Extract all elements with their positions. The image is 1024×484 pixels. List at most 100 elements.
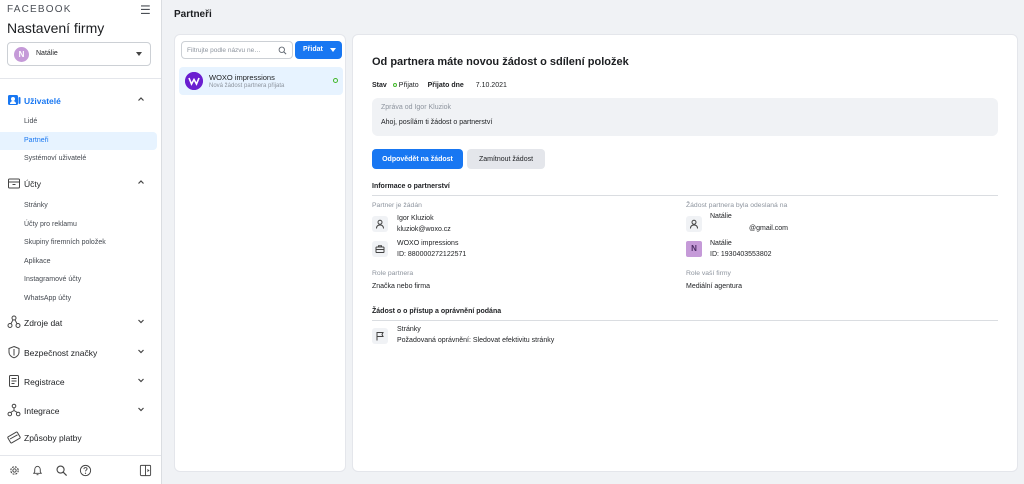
sidebar-item-label: Účty pro reklamu bbox=[24, 221, 77, 228]
asset-permission: Požadovaná oprávnění: Sledovat efektivit… bbox=[397, 337, 555, 344]
partner-role-value: Značka nebo firma bbox=[372, 283, 430, 290]
asset-type: Stránky bbox=[397, 326, 421, 333]
partner-role-label: Role partnera bbox=[372, 270, 414, 277]
help-icon[interactable] bbox=[79, 464, 92, 477]
sidebar-section-payment-methods[interactable]: Způsoby platby bbox=[0, 428, 161, 448]
sidebar-item-label: Skupiny firemních položek bbox=[24, 239, 106, 246]
sidebar-section-registration[interactable]: Registrace bbox=[0, 372, 161, 392]
search-icon bbox=[278, 46, 287, 55]
sidebar-item-pages[interactable]: Stránky bbox=[0, 197, 157, 215]
data-sources-icon bbox=[7, 315, 21, 328]
respond-button[interactable]: Odpovědět na žádost bbox=[372, 149, 463, 169]
message-label: Zpráva od Igor Kluziok bbox=[381, 104, 452, 111]
avatar: N bbox=[14, 47, 29, 62]
sidebar-section-data-sources[interactable]: Zdroje dat bbox=[0, 313, 161, 333]
sidebar-item-label: Stránky bbox=[24, 202, 48, 209]
sent-to-business-id: ID: 1930403553802 bbox=[710, 251, 772, 258]
person-icon bbox=[376, 219, 384, 229]
sidebar-section-brand-safety[interactable]: Bezpečnost značky bbox=[0, 343, 161, 363]
sidebar-footer bbox=[0, 455, 161, 484]
partner-person-name: Igor Kluziok bbox=[397, 215, 434, 222]
registration-icon bbox=[9, 375, 19, 387]
chevron-down-icon bbox=[330, 48, 336, 52]
sidebar-item-apps[interactable]: Aplikace bbox=[0, 253, 157, 271]
chevron-down-icon bbox=[138, 319, 144, 324]
sidebar-item-label: Instagramové účty bbox=[24, 276, 82, 283]
sidebar-item-system-users[interactable]: Systémoví uživatelé bbox=[0, 150, 157, 168]
divider bbox=[372, 195, 998, 196]
filter-field[interactable] bbox=[181, 41, 293, 59]
partners-list-panel: Přidat WOXO impressions Nová žádost part… bbox=[174, 34, 346, 472]
search-icon[interactable] bbox=[55, 464, 68, 477]
sent-to-business-name: Natálie bbox=[710, 240, 732, 247]
menu-icon[interactable]: ☰ bbox=[140, 3, 151, 17]
sidebar-section-label: Integrace bbox=[24, 406, 60, 416]
partnership-info-heading: Informace o partnerství bbox=[372, 183, 450, 190]
chevron-up-icon bbox=[138, 180, 144, 184]
request-title: Od partnera máte novou žádost o sdílení … bbox=[372, 56, 629, 68]
filter-input[interactable] bbox=[187, 44, 275, 57]
sidebar-section-label: Způsoby platby bbox=[24, 433, 82, 443]
woxo-logo-icon bbox=[185, 72, 203, 90]
gear-icon[interactable] bbox=[8, 464, 21, 477]
page-icon-box bbox=[372, 328, 388, 344]
chevron-down-icon bbox=[138, 407, 144, 412]
status-dot-icon bbox=[333, 78, 338, 83]
sidebar-item-business-asset-groups[interactable]: Skupiny firemních položek bbox=[0, 234, 157, 252]
decline-button[interactable]: Zamítnout žádost bbox=[467, 149, 545, 169]
partner-company-name: WOXO impressions bbox=[397, 240, 459, 247]
received-date: 7.10.2021 bbox=[475, 82, 507, 89]
sidebar-item-label: Systémoví uživatelé bbox=[24, 155, 87, 162]
sidebar-section-label: Uživatelé bbox=[24, 96, 61, 106]
sidebar-section-label: Registrace bbox=[24, 377, 65, 387]
account-name: Natálie bbox=[36, 50, 58, 57]
sidebar-item-ad-accounts[interactable]: Účty pro reklamu bbox=[0, 216, 157, 234]
access-request-heading: Žádost o o přístup a oprávnění podána bbox=[372, 308, 502, 315]
payment-icon bbox=[7, 431, 21, 444]
sidebar-item-people[interactable]: Lidé bbox=[0, 113, 157, 131]
status-row: Stav Přijato Přijato dne 7.10.2021 bbox=[372, 82, 507, 92]
sidebar-section-accounts[interactable]: Účty bbox=[0, 174, 161, 194]
message-text: Ahoj, posílám ti žádost o partnerství bbox=[381, 119, 493, 126]
partner-detail-panel: Od partnera máte novou žádost o sdílení … bbox=[352, 34, 1018, 472]
users-icon bbox=[8, 95, 21, 105]
sidebar: FACEBOOK ☰ Nastavení firmy N Natálie Uži… bbox=[0, 0, 162, 484]
sidebar-item-partners[interactable]: Partneři bbox=[0, 132, 157, 150]
sidebar-section-label: Bezpečnost značky bbox=[24, 348, 98, 358]
page-title: Nastavení firmy bbox=[7, 20, 105, 36]
add-button-label: Přidat bbox=[303, 46, 323, 53]
business-icon-box bbox=[372, 241, 388, 257]
person-icon-box bbox=[686, 216, 702, 232]
sidebar-section-label: Účty bbox=[24, 179, 41, 189]
sidebar-section-integrations[interactable]: Integrace bbox=[0, 401, 161, 421]
flag-icon bbox=[376, 332, 384, 341]
sidebar-item-instagram-accounts[interactable]: Instagramové účty bbox=[0, 271, 157, 289]
business-avatar: N bbox=[686, 241, 702, 257]
chevron-down-icon bbox=[136, 52, 142, 56]
divider bbox=[372, 320, 998, 321]
account-selector[interactable]: N Natálie bbox=[7, 42, 151, 66]
collapse-sidebar-icon[interactable] bbox=[139, 464, 152, 477]
partner-message-box: Zpráva od Igor Kluziok Ahoj, posílám ti … bbox=[372, 98, 998, 136]
sent-to-label: Žádost partnera byla odeslaná na bbox=[686, 202, 788, 209]
partner-name: WOXO impressions bbox=[209, 73, 275, 82]
sidebar-section-users[interactable]: Uživatelé bbox=[0, 91, 161, 111]
status-value: Přijato bbox=[398, 82, 419, 89]
chevron-down-icon bbox=[138, 378, 144, 383]
sidebar-section-label: Zdroje dat bbox=[24, 318, 63, 328]
partner-status-text: Nová žádost partnera přijata bbox=[209, 83, 285, 89]
sidebar-item-label: WhatsApp účty bbox=[24, 295, 72, 302]
your-role-label: Role vaší firmy bbox=[686, 270, 731, 277]
briefcase-icon bbox=[375, 245, 385, 253]
section-title: Partneři bbox=[174, 9, 212, 20]
person-icon bbox=[690, 219, 698, 229]
bell-icon[interactable] bbox=[31, 464, 44, 477]
chevron-up-icon bbox=[138, 97, 144, 101]
shield-icon bbox=[8, 345, 20, 359]
sidebar-item-whatsapp-accounts[interactable]: WhatsApp účty bbox=[0, 290, 157, 308]
add-partner-button[interactable]: Přidat bbox=[295, 41, 342, 59]
status-label: Stav bbox=[372, 82, 387, 89]
partner-list-item[interactable]: WOXO impressions Nová žádost partnera př… bbox=[179, 67, 343, 95]
your-role-value: Mediální agentura bbox=[686, 283, 743, 290]
divider bbox=[0, 78, 161, 79]
